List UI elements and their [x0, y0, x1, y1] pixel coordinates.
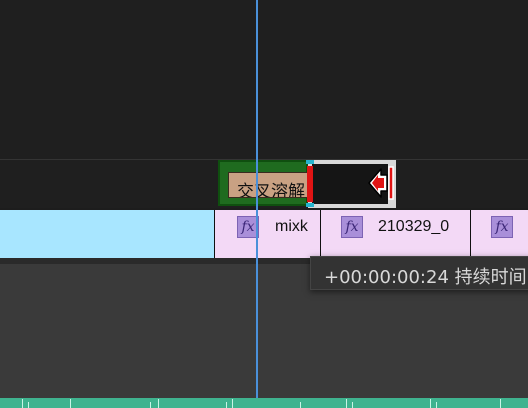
waveform-tick	[232, 399, 233, 408]
waveform-tick	[436, 402, 437, 408]
playhead[interactable]	[256, 0, 258, 408]
video-clip[interactable]: fx	[470, 210, 528, 258]
audio-waveform-strip	[0, 398, 528, 408]
trim-edge-handle[interactable]	[307, 166, 313, 202]
waveform-tick	[430, 399, 431, 408]
waveform-tick	[28, 402, 29, 408]
transition-label-box: 交叉溶解	[228, 172, 308, 198]
fx-icon[interactable]: fx	[341, 216, 363, 238]
waveform-tick	[500, 399, 501, 408]
audio-clip[interactable]	[0, 210, 214, 258]
waveform-tick	[226, 402, 227, 408]
waveform-tick	[352, 402, 353, 408]
empty-track-area	[0, 0, 528, 160]
video-clip[interactable]: fx 210329_0	[320, 210, 470, 258]
clip-name: 210329_0	[378, 218, 450, 235]
waveform-tick	[70, 399, 71, 408]
fx-icon[interactable]: fx	[491, 216, 513, 238]
waveform-tick	[150, 402, 151, 408]
waveform-tick	[22, 399, 23, 408]
trim-duration-tooltip: +00:00:00:24 持续时间	[310, 256, 528, 290]
trim-edge-top-marker	[306, 160, 314, 164]
waveform-tick	[158, 399, 159, 408]
transition-label: 交叉溶解	[237, 182, 305, 198]
trim-arrow-icon	[368, 166, 394, 200]
video-clip[interactable]: fx mixk	[214, 210, 320, 258]
transition-clip[interactable]: 交叉溶解	[218, 160, 308, 206]
waveform-tick	[346, 399, 347, 408]
trim-edge-bottom-marker	[306, 203, 314, 207]
clip-name: mixk	[275, 218, 308, 235]
waveform-tick	[300, 402, 301, 408]
tooltip-text: +00:00:00:24 持续时间	[324, 267, 527, 288]
